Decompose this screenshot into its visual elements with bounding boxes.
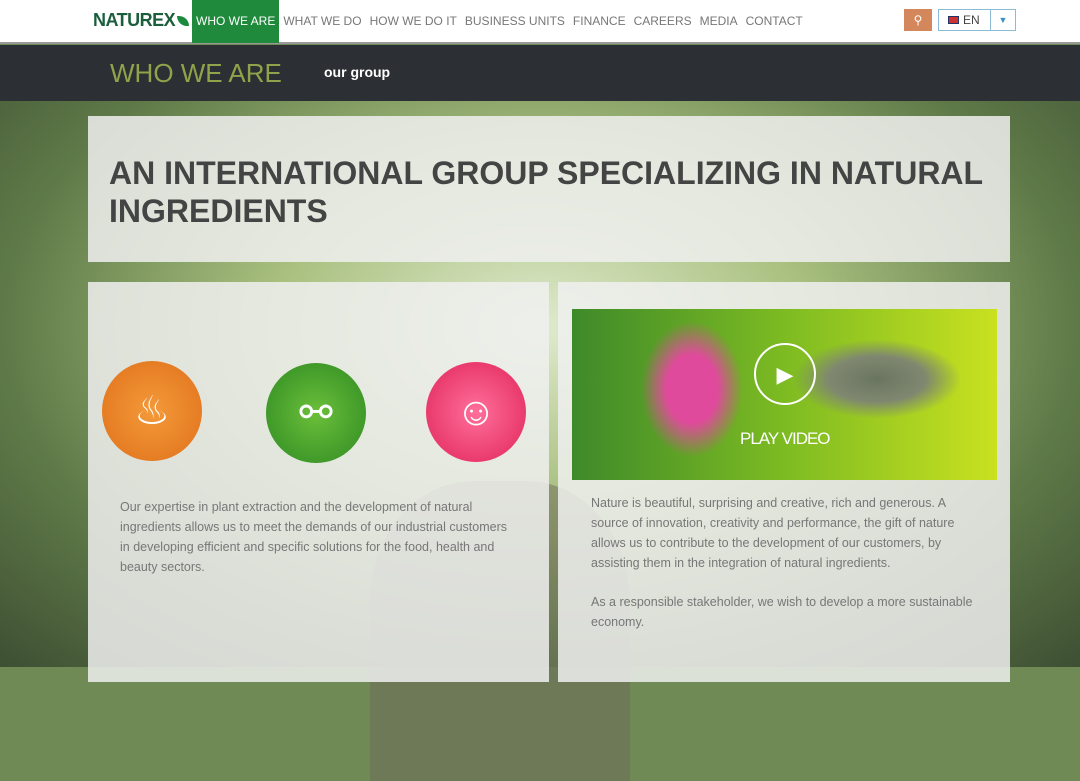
nav-business-units[interactable]: BUSINESS UNITS (461, 0, 569, 43)
language-value: EN (963, 13, 980, 27)
beauty-icon: ☺ (426, 362, 526, 462)
play-icon[interactable]: ▶ (754, 343, 816, 405)
nav-media[interactable]: MEDIA (696, 0, 742, 43)
page-title: AN INTERNATIONAL GROUP SPECIALIZING IN N… (109, 155, 983, 229)
stakeholder-text: As a responsible stakeholder, we wish to… (591, 595, 973, 629)
search-button[interactable]: ⚲ (904, 9, 932, 31)
nature-text: Nature is beautiful, surprising and crea… (591, 496, 955, 570)
nav-how-we-do-it[interactable]: HOW WE DO IT (366, 0, 461, 43)
video-player[interactable]: ▶ PLAY VIDEO (572, 309, 997, 480)
section-header: WHO WE ARE our group (0, 45, 1080, 101)
nav-who-we-are[interactable]: WHO WE ARE (192, 0, 280, 43)
nav-careers[interactable]: CAREERS (630, 0, 696, 43)
logo[interactable]: NATUREX (93, 10, 190, 31)
search-icon: ⚲ (913, 13, 923, 27)
language-select[interactable]: EN ▼ (938, 9, 1016, 31)
flower-image (632, 309, 752, 469)
uk-flag-icon (948, 16, 959, 24)
subnav-our-group[interactable]: our group (324, 64, 390, 80)
section-title: WHO WE ARE (110, 58, 282, 88)
left-panel (88, 282, 549, 682)
main-nav: WHO WE ARE WHAT WE DO HOW WE DO IT BUSIN… (192, 0, 807, 43)
expertise-text: Our expertise in plant extraction and th… (120, 500, 507, 574)
leaf-icon (177, 16, 190, 26)
nav-contact[interactable]: CONTACT (742, 0, 807, 43)
fork-plate-icon: ⚯ (266, 363, 366, 463)
nav-finance[interactable]: FINANCE (569, 0, 630, 43)
top-bar: NATUREX WHO WE ARE WHAT WE DO HOW WE DO … (0, 0, 1080, 44)
hummingbird-image (792, 339, 962, 419)
play-video-label[interactable]: PLAY VIDEO (740, 429, 831, 449)
chevron-down-icon[interactable]: ▼ (990, 10, 1015, 30)
food-bottle-icon: ♨ (102, 361, 202, 461)
nav-what-we-do[interactable]: WHAT WE DO (279, 0, 365, 43)
